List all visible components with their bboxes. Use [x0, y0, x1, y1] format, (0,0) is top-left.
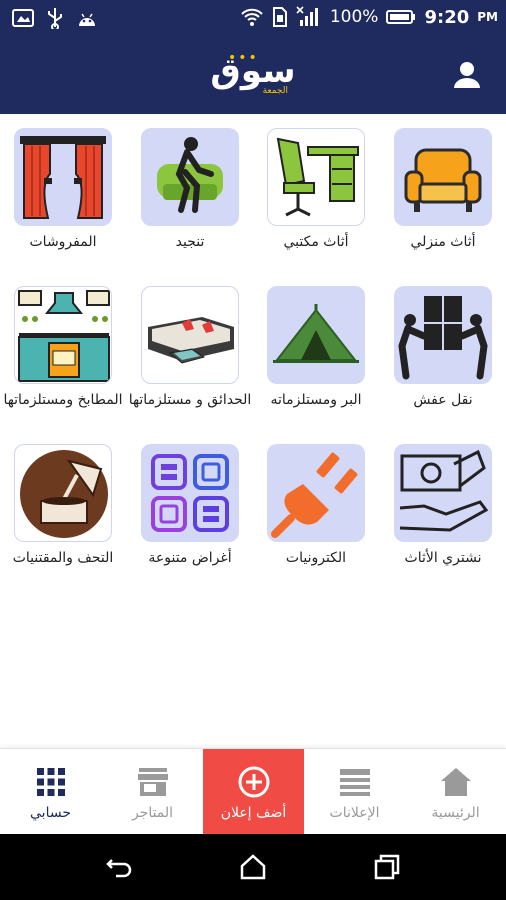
category-label: أثاث منزلي	[410, 234, 476, 250]
clock-suffix: PM	[477, 10, 498, 24]
apps-grid-icon	[37, 768, 65, 796]
category-label: التحف والمقتنيات	[12, 550, 114, 566]
nav-ads-label: الإعلانات	[329, 805, 380, 821]
nav-stores-label: المتاجر	[131, 805, 174, 821]
no-signal-icon	[296, 6, 318, 26]
category-label: المطابخ ومستلزماتها	[3, 392, 123, 408]
office-desk-tile	[267, 128, 365, 226]
armchair-tile	[394, 128, 492, 226]
upholstery-icon	[157, 137, 223, 213]
garden-sofa-icon	[148, 317, 234, 364]
nav-home-label: الرئيسية	[431, 805, 480, 821]
battery-icon	[386, 10, 416, 24]
curtains-tile	[14, 128, 112, 226]
category-label: الكترونيات	[285, 550, 347, 566]
clock-time: 9:20	[424, 6, 470, 28]
profile-button[interactable]	[452, 60, 482, 90]
category-label: الحدائق و مستلزماتها	[128, 392, 252, 408]
armchair-icon	[404, 148, 482, 212]
status-bar: 100% 9:20 PM	[0, 0, 506, 36]
logo-text: سوق	[210, 51, 296, 91]
cash-hand-tile	[394, 444, 492, 542]
wifi-icon	[241, 8, 263, 26]
home-system-button[interactable]	[238, 852, 268, 882]
kitchen-tile	[14, 286, 112, 384]
status-left-icons	[12, 7, 98, 29]
category-label: نشتري الأثاث	[404, 550, 482, 566]
nav-ads[interactable]: الإعلانات	[304, 749, 405, 835]
add-circle-icon	[238, 766, 270, 798]
category-label: نقل عفش	[413, 392, 473, 408]
status-right-icons: 100% 9:20 PM	[240, 6, 498, 28]
system-home-icon	[240, 854, 266, 880]
moving-boxes-icon	[398, 296, 488, 380]
nav-stores[interactable]: المتاجر	[102, 749, 203, 835]
category-label: البر ومستلزماته	[270, 392, 362, 408]
nav-add-ad[interactable]: أضف إعلان	[203, 749, 304, 835]
tent-tile	[267, 286, 365, 384]
kitchen-icon	[18, 290, 110, 382]
app-logo: ••• سوق الجمعة	[208, 50, 298, 96]
photo-notification-icon	[12, 9, 34, 27]
category-label: المفروشات	[29, 234, 97, 250]
nav-home[interactable]: الرئيسية	[405, 749, 506, 835]
user-icon	[454, 62, 480, 88]
gramophone-icon	[20, 450, 108, 538]
back-icon	[106, 859, 132, 878]
category-label: أثاث مكتبي	[283, 234, 349, 250]
back-button[interactable]	[104, 852, 134, 882]
recents-icon	[374, 854, 400, 880]
system-nav-bar	[0, 834, 506, 900]
gramophone-tile	[14, 444, 112, 542]
office-desk-icon	[276, 137, 359, 217]
app-header: ••• سوق الجمعة	[0, 36, 506, 114]
grid-squares-tile	[141, 444, 239, 542]
upholstery-tile	[141, 128, 239, 226]
ads-list-icon	[340, 769, 370, 796]
curtains-icon	[20, 136, 106, 219]
cash-hand-icon	[399, 449, 489, 532]
category-label: تنجيد	[175, 234, 205, 250]
recents-button[interactable]	[372, 852, 402, 882]
sim-card-icon	[272, 7, 287, 27]
android-icon	[79, 13, 95, 26]
nav-add-ad-label: أضف إعلان	[220, 805, 287, 821]
bottom-nav: الرئيسية الإعلانات أضف إعلان المتاجر حسا…	[0, 748, 506, 835]
category-label: أغراض متنوعة	[148, 550, 232, 566]
plug-icon	[271, 452, 358, 538]
nav-account-label: حسابي	[30, 805, 71, 821]
usb-icon	[48, 8, 62, 29]
grid-squares-icon	[151, 454, 229, 532]
plug-tile	[267, 444, 365, 542]
tent-icon	[273, 304, 359, 363]
home-icon	[441, 768, 471, 796]
store-icon	[138, 768, 168, 796]
nav-account[interactable]: حسابي	[0, 749, 101, 835]
moving-boxes-tile	[394, 286, 492, 384]
garden-sofa-tile	[141, 286, 239, 384]
battery-percent: 100%	[329, 7, 379, 27]
logo-subtext: الجمعة	[262, 86, 288, 96]
